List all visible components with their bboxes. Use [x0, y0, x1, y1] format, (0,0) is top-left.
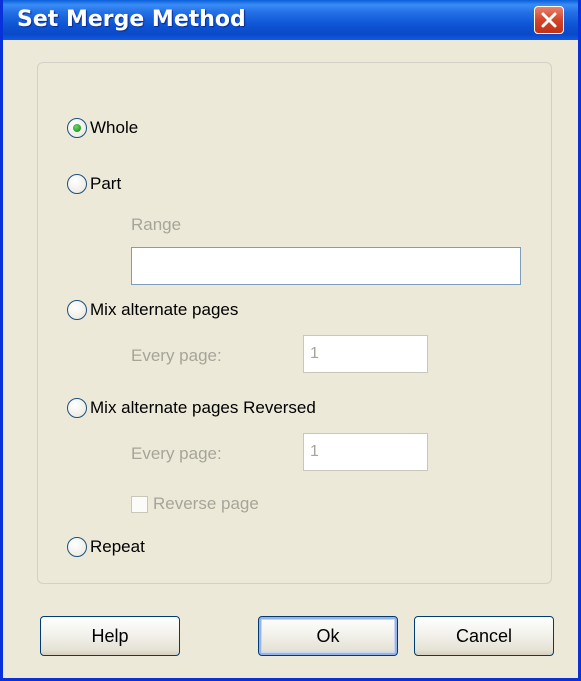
- reverse-page-checkbox-row[interactable]: Reverse page: [131, 494, 259, 514]
- radio-part-label: Part: [90, 174, 122, 193]
- mix-every-page-input[interactable]: [304, 336, 427, 372]
- radio-mix-reversed-label: Mix alternate pages Reversed: [90, 398, 316, 417]
- radio-repeat-indicator[interactable]: [67, 537, 87, 557]
- reverse-page-label: Reverse page: [153, 494, 259, 513]
- radio-whole[interactable]: Whole: [67, 118, 138, 138]
- mix-reversed-every-page-field[interactable]: [303, 433, 428, 471]
- range-label: Range: [131, 215, 182, 234]
- range-input[interactable]: [132, 248, 520, 284]
- dialog-window: Set Merge Method Whole Part Range Mix al…: [0, 0, 581, 681]
- title-bar[interactable]: Set Merge Method: [3, 0, 578, 40]
- radio-mix-reversed[interactable]: Mix alternate pages Reversed: [67, 398, 316, 418]
- mix-every-page-field[interactable]: [303, 335, 428, 373]
- help-button[interactable]: Help: [40, 616, 180, 656]
- radio-mix-alternate[interactable]: Mix alternate pages: [67, 300, 238, 320]
- radio-mix-alternate-label: Mix alternate pages: [90, 300, 239, 319]
- radio-mix-reversed-indicator[interactable]: [67, 398, 87, 418]
- merge-options-group: [37, 62, 552, 584]
- mix-every-page-label: Every page:: [131, 346, 222, 365]
- radio-repeat[interactable]: Repeat: [67, 537, 145, 557]
- close-button[interactable]: [534, 6, 564, 34]
- dialog-title: Set Merge Method: [17, 7, 246, 32]
- reverse-page-checkbox[interactable]: [131, 495, 148, 513]
- ok-button[interactable]: Ok: [258, 616, 398, 656]
- radio-part[interactable]: Part: [67, 174, 121, 194]
- radio-whole-indicator[interactable]: [67, 118, 87, 138]
- radio-mix-alternate-indicator[interactable]: [67, 300, 87, 320]
- radio-part-indicator[interactable]: [67, 174, 87, 194]
- mix-reversed-every-page-input[interactable]: [304, 434, 427, 470]
- close-icon: [541, 12, 557, 28]
- radio-whole-label: Whole: [90, 118, 139, 137]
- cancel-button[interactable]: Cancel: [414, 616, 554, 656]
- mix-reversed-every-page-label: Every page:: [131, 444, 222, 463]
- radio-repeat-label: Repeat: [90, 537, 145, 556]
- range-field[interactable]: [131, 247, 521, 285]
